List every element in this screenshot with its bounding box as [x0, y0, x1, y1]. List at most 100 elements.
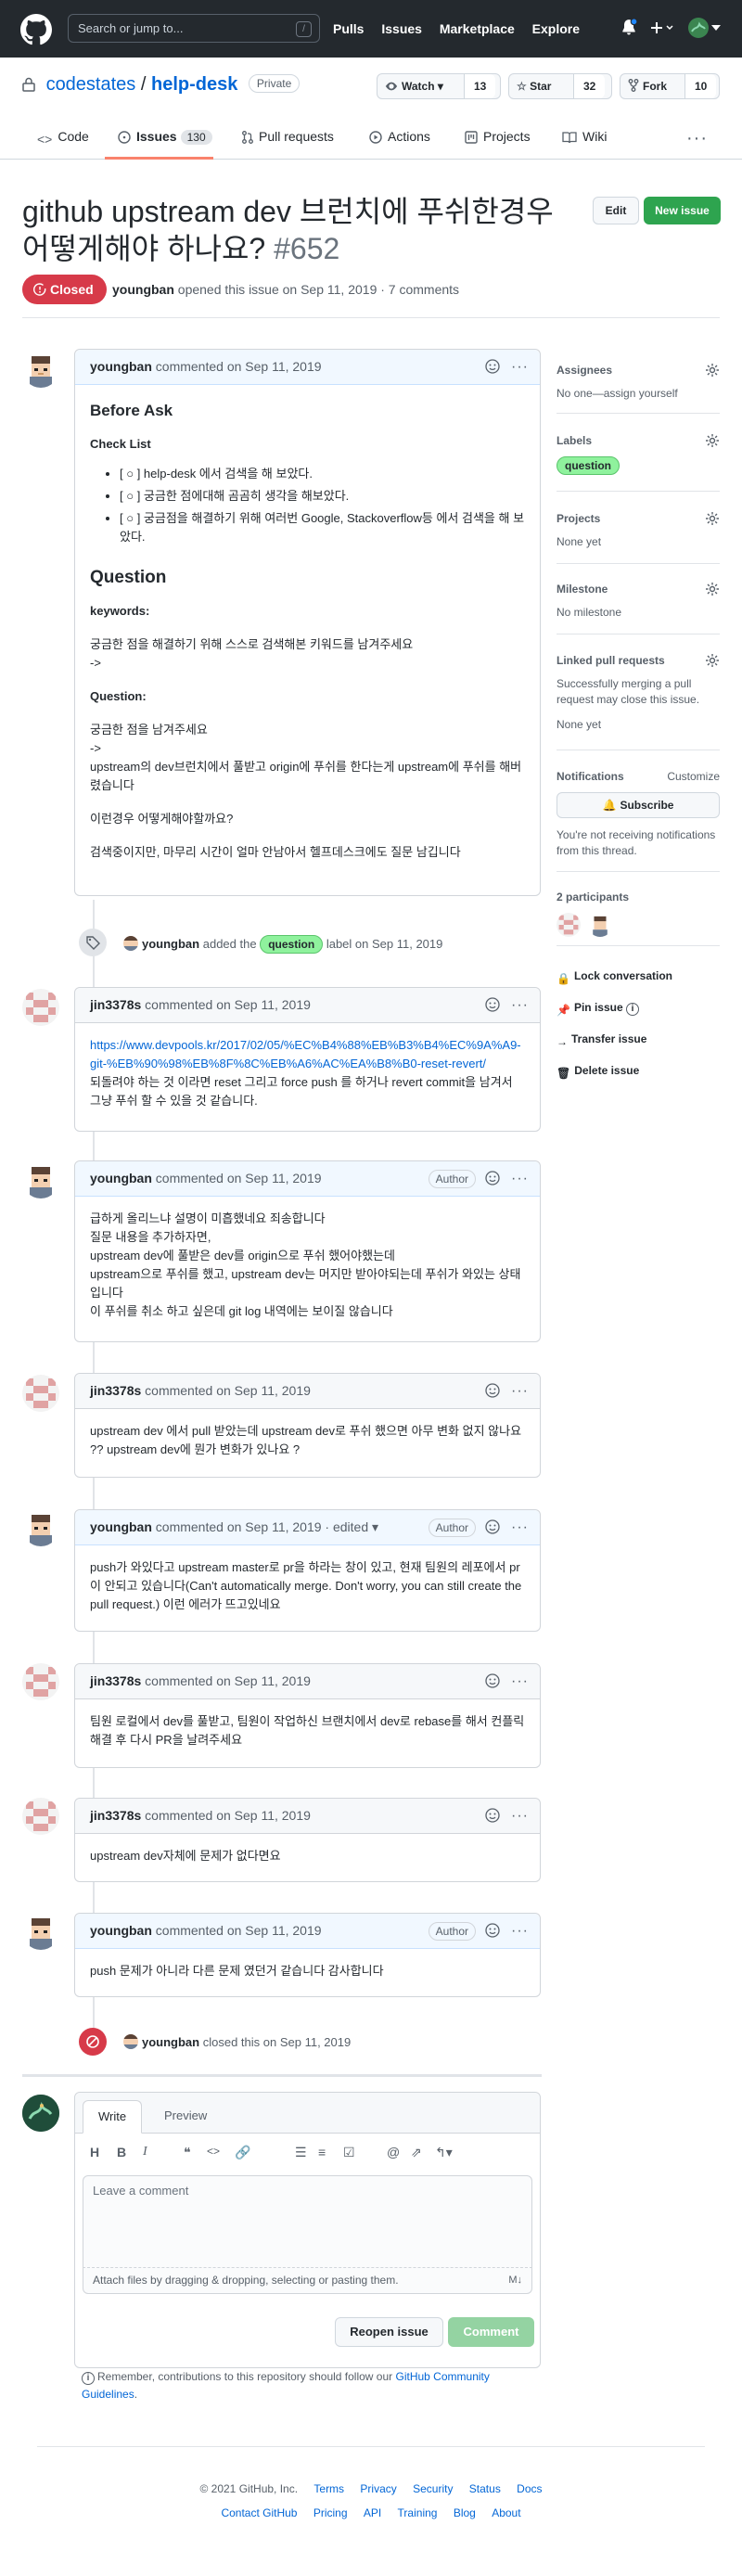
- github-logo-icon[interactable]: [20, 14, 52, 45]
- avatar[interactable]: [22, 2095, 59, 2132]
- nav-marketplace[interactable]: Marketplace: [440, 21, 515, 36]
- star-count[interactable]: 32: [574, 74, 606, 98]
- numbered-list-icon[interactable]: ≡: [318, 2145, 326, 2159]
- label-question-pill[interactable]: question: [556, 456, 620, 475]
- gear-icon[interactable]: [705, 363, 720, 378]
- mini-avatar[interactable]: [123, 936, 138, 951]
- task-list-icon[interactable]: ☑: [343, 2145, 355, 2160]
- new-issue-button[interactable]: New issue: [644, 197, 721, 224]
- gear-icon[interactable]: [705, 582, 720, 596]
- comment-author[interactable]: jin3378s: [90, 1383, 141, 1398]
- footer-link-about[interactable]: About: [492, 2506, 520, 2519]
- footer-link-contact[interactable]: Contact GitHub: [221, 2506, 297, 2519]
- avatar[interactable]: [22, 1798, 59, 1835]
- quote-icon[interactable]: ❝: [184, 2145, 191, 2160]
- emoji-reaction-icon[interactable]: [485, 1171, 500, 1185]
- avatar[interactable]: [22, 1509, 59, 1546]
- watch-button[interactable]: Watch ▾ 13: [377, 73, 501, 99]
- comment-timestamp[interactable]: commented on Sep 11, 2019: [156, 1923, 322, 1938]
- tab-pull-requests[interactable]: Pull requests: [242, 129, 334, 144]
- tab-wiki[interactable]: Wiki: [562, 129, 607, 144]
- comment-timestamp[interactable]: commented on Sep 11, 2019: [156, 359, 322, 374]
- emoji-reaction-icon[interactable]: [485, 1808, 500, 1823]
- search-input[interactable]: Search or jump to... /: [68, 14, 320, 43]
- comment-timestamp[interactable]: commented on Sep 11, 2019: [145, 1673, 311, 1688]
- comment-author[interactable]: jin3378s: [90, 997, 141, 1012]
- star-button[interactable]: ☆ Star 32: [508, 73, 612, 99]
- emoji-reaction-icon[interactable]: [485, 1383, 500, 1398]
- mini-avatar[interactable]: [123, 2034, 138, 2049]
- sidebar-heading[interactable]: Labels: [556, 434, 720, 447]
- emoji-reaction-icon[interactable]: [485, 997, 500, 1012]
- transfer-issue-action[interactable]: → Transfer issue: [556, 1032, 646, 1048]
- comment-menu-icon[interactable]: ···: [511, 350, 529, 384]
- nav-explore[interactable]: Explore: [532, 21, 580, 36]
- footer-link-training[interactable]: Training: [398, 2506, 438, 2519]
- event-actor[interactable]: youngban: [142, 937, 199, 951]
- comment-timestamp[interactable]: commented on Sep 11, 2019: [145, 997, 311, 1012]
- comment-menu-icon[interactable]: ···: [511, 1799, 529, 1833]
- cross-reference-icon[interactable]: ⇗: [411, 2145, 422, 2160]
- comment-timestamp[interactable]: commented on Sep 11, 2019: [145, 1383, 311, 1398]
- sidebar-heading[interactable]: Assignees: [556, 364, 720, 377]
- footer-link-pricing[interactable]: Pricing: [313, 2506, 348, 2519]
- comment-author[interactable]: youngban: [90, 1519, 152, 1534]
- link-icon[interactable]: 🔗: [235, 2145, 250, 2160]
- bold-icon[interactable]: B: [117, 2145, 126, 2159]
- emoji-reaction-icon[interactable]: [485, 1923, 500, 1938]
- avatar[interactable]: [22, 989, 59, 1026]
- gear-icon[interactable]: [705, 433, 720, 448]
- comment-timestamp[interactable]: commented on Sep 11, 2019: [145, 1808, 311, 1823]
- gear-icon[interactable]: [705, 653, 720, 668]
- comment-menu-icon[interactable]: ···: [511, 1510, 529, 1544]
- italic-icon[interactable]: I: [143, 2145, 147, 2159]
- watch-count[interactable]: 13: [465, 74, 496, 98]
- heading-icon[interactable]: H: [90, 2145, 99, 2159]
- comment-author[interactable]: jin3378s: [90, 1808, 141, 1823]
- emoji-reaction-icon[interactable]: [485, 359, 500, 374]
- nav-pulls[interactable]: Pulls: [333, 21, 364, 36]
- avatar[interactable]: [22, 351, 59, 388]
- comment-menu-icon[interactable]: ···: [511, 1914, 529, 1948]
- comment-author[interactable]: youngban: [90, 1923, 152, 1938]
- footer-link-api[interactable]: API: [364, 2506, 381, 2519]
- sidebar-heading[interactable]: Projects: [556, 512, 720, 525]
- footer-link-terms[interactable]: Terms: [313, 2482, 344, 2495]
- reopen-issue-button[interactable]: Reopen issue: [335, 2317, 443, 2347]
- more-tabs-icon[interactable]: ···: [686, 128, 708, 149]
- comment-menu-icon[interactable]: ···: [511, 1374, 529, 1408]
- comment-textarea[interactable]: Leave a comment: [83, 2175, 532, 2268]
- bulleted-list-icon[interactable]: ☰: [295, 2145, 307, 2160]
- issue-author-link[interactable]: youngban: [112, 282, 174, 297]
- delete-issue-action[interactable]: 🗑 Delete issue: [556, 1064, 639, 1080]
- tab-issues[interactable]: Issues 130: [118, 129, 212, 145]
- customize-link[interactable]: Customize: [667, 770, 720, 783]
- fork-count[interactable]: 10: [685, 74, 717, 98]
- tab-code[interactable]: <> Code: [37, 129, 89, 147]
- comment-timestamp[interactable]: commented on Sep 11, 2019 · edited: [156, 1519, 368, 1534]
- comment-menu-icon[interactable]: ···: [511, 1664, 529, 1698]
- mention-icon[interactable]: @: [387, 2145, 400, 2159]
- comment-author[interactable]: youngban: [90, 359, 152, 374]
- assignees-value[interactable]: No one—assign yourself: [556, 386, 720, 402]
- fork-button[interactable]: Fork 10: [620, 73, 720, 99]
- comment-menu-icon[interactable]: ···: [511, 988, 529, 1022]
- reply-icon[interactable]: ↰▾: [435, 2145, 453, 2160]
- label-question-pill[interactable]: question: [260, 935, 324, 954]
- footer-link-security[interactable]: Security: [413, 2482, 453, 2495]
- plus-dropdown-icon[interactable]: [650, 21, 674, 34]
- edit-title-button[interactable]: Edit: [593, 197, 639, 224]
- code-icon[interactable]: <>: [207, 2145, 220, 2158]
- user-avatar-menu[interactable]: [688, 18, 709, 38]
- repo-name-link[interactable]: help-desk: [151, 74, 237, 95]
- emoji-reaction-icon[interactable]: [485, 1673, 500, 1688]
- subscribe-button[interactable]: 🔔 Subscribe: [556, 792, 720, 818]
- footer-link-docs[interactable]: Docs: [517, 2482, 542, 2495]
- tab-projects[interactable]: Projects: [465, 129, 531, 144]
- avatar[interactable]: [22, 1663, 59, 1700]
- participant-avatar[interactable]: [556, 913, 581, 937]
- sidebar-heading[interactable]: Linked pull requests: [556, 654, 720, 667]
- nav-issues[interactable]: Issues: [381, 21, 422, 36]
- bell-icon[interactable]: [620, 19, 637, 37]
- footer-link-blog[interactable]: Blog: [454, 2506, 476, 2519]
